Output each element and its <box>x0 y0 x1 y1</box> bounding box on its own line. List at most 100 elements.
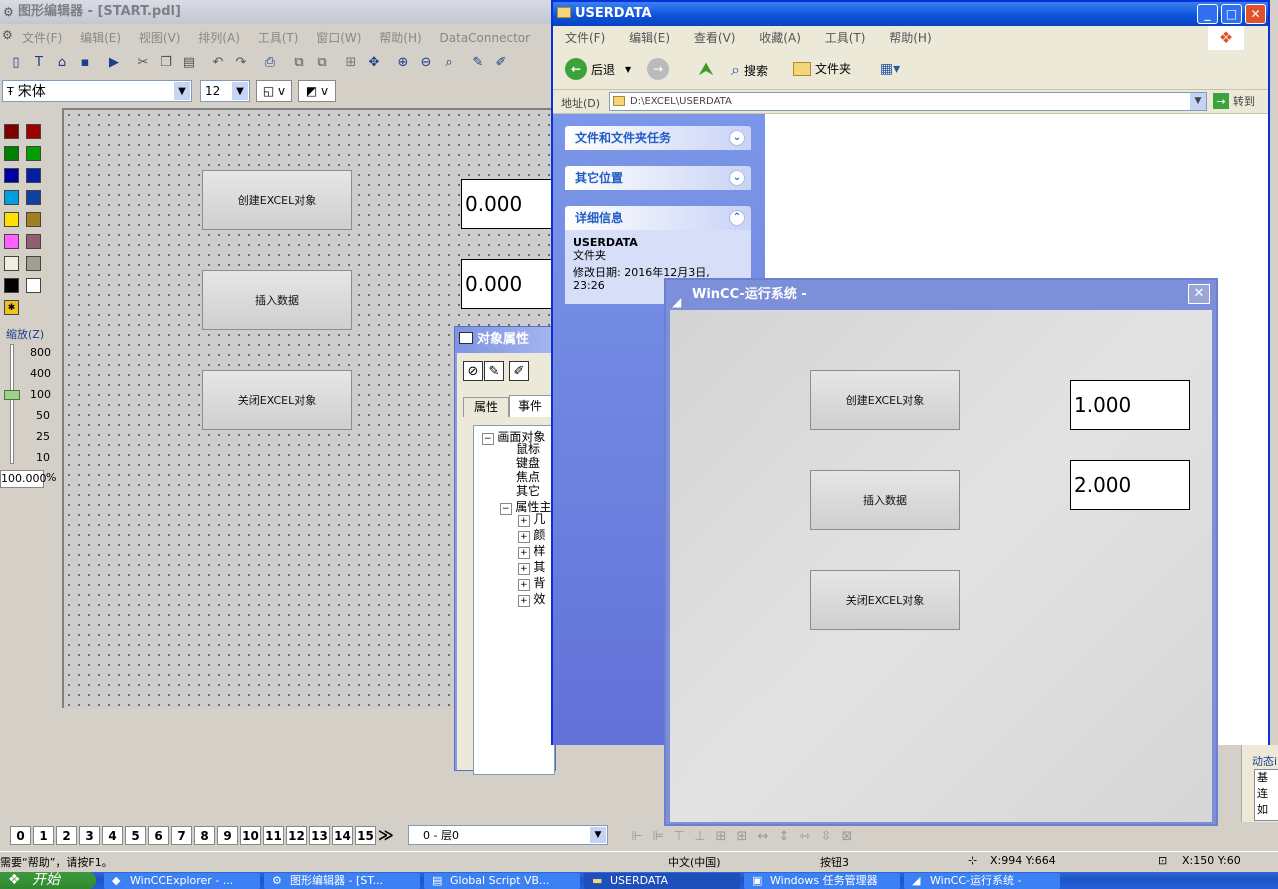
taskbar-item-userdata[interactable]: ▬ USERDATA <box>584 873 740 889</box>
color-swatch[interactable] <box>4 212 19 227</box>
panel-details[interactable]: 详细信息 ⌃ <box>565 206 751 230</box>
canvas-create-excel-button[interactable]: 创建EXCEL对象 <box>202 170 352 230</box>
pipette-icon[interactable]: ✎ <box>468 52 488 72</box>
same-width-icon[interactable]: ⇿ <box>796 826 814 846</box>
align-top-icon[interactable]: ⊤ <box>670 826 688 846</box>
layer-button[interactable]: 2 <box>56 826 77 845</box>
minimize-button[interactable]: _ <box>1197 4 1218 24</box>
canvas-close-excel-button[interactable]: 关闭EXCEL对象 <box>202 370 352 430</box>
layer-button[interactable]: 13 <box>309 826 330 845</box>
layer-button[interactable]: 12 <box>286 826 307 845</box>
cut-icon[interactable]: ✂ <box>133 52 153 72</box>
paste-icon[interactable]: ▤ <box>179 52 199 72</box>
color-swatch[interactable] <box>4 168 19 183</box>
layer-button[interactable]: 1 <box>33 826 54 845</box>
align-left-icon[interactable]: ⊩ <box>628 826 646 846</box>
layer-button[interactable]: 14 <box>332 826 353 845</box>
line-color-button[interactable]: ◱ v <box>256 80 292 102</box>
zoom-slider-track[interactable] <box>10 344 14 464</box>
explorer-menu-favorites[interactable]: 收藏(A) <box>759 31 801 45</box>
zoom-value-input[interactable]: 100.000 <box>0 470 47 488</box>
layer-button[interactable]: 7 <box>171 826 192 845</box>
grid-icon[interactable]: ⊞ <box>341 52 361 72</box>
copy-icon[interactable]: ❐ <box>156 52 176 72</box>
taskbar-item-task-manager[interactable]: ▣ Windows 任务管理器 <box>744 873 900 889</box>
taskbar-item-global-script[interactable]: ▤ Global Script VB... <box>424 873 580 889</box>
template-icon[interactable]: T <box>29 52 49 72</box>
snap-icon[interactable]: ✥ <box>364 52 384 72</box>
layer-button[interactable]: 9 <box>217 826 238 845</box>
taskbar-item-graphics-editor[interactable]: ⚙ 图形编辑器 - [ST... <box>264 873 420 889</box>
custom-color-icon[interactable]: ✱ <box>4 300 19 315</box>
fill-color-button[interactable]: ◩ v <box>298 80 336 102</box>
value-field-2[interactable]: 2.000 <box>1070 460 1190 510</box>
zoom-fit-icon[interactable]: ⌕ <box>439 52 459 72</box>
layer-button[interactable]: 11 <box>263 826 284 845</box>
color-swatch[interactable] <box>26 256 41 271</box>
maximize-button[interactable]: □ <box>1221 4 1242 24</box>
layer-button[interactable]: 6 <box>148 826 169 845</box>
tree-node-property[interactable]: + 颜 <box>518 528 545 544</box>
views-icon[interactable]: ▦▾ <box>873 58 907 80</box>
zoom-level[interactable]: 10 <box>30 447 50 468</box>
zoom-in-icon[interactable]: ⊕ <box>393 52 413 72</box>
editor-menu-help[interactable]: 帮助(H) <box>379 31 421 45</box>
font-name-select[interactable]: Ŧ 宋体 ▼ <box>2 80 192 102</box>
run-icon[interactable]: ▶ <box>104 52 124 72</box>
color-swatch[interactable] <box>4 256 19 271</box>
layer-select[interactable]: 0 - 层0 ▼ <box>408 825 608 845</box>
chevron-down-icon[interactable]: ▼ <box>625 65 631 74</box>
start-button[interactable]: ❖ 开始 <box>0 872 96 889</box>
pipette-icon[interactable]: ✎ <box>484 361 504 381</box>
explorer-menu-file[interactable]: 文件(F) <box>565 31 605 45</box>
layer-button[interactable]: 8 <box>194 826 215 845</box>
layer-button[interactable]: 5 <box>125 826 146 845</box>
pin-icon[interactable]: ⊘ <box>463 361 483 381</box>
taskbar-item-wincc-runtime[interactable]: ◢ WinCC-运行系统 - <box>904 873 1060 889</box>
color-swatch[interactable] <box>26 190 41 205</box>
editor-menu-dataconnector[interactable]: DataConnector <box>440 31 531 45</box>
editor-menu-window[interactable]: 窗口(W) <box>316 31 361 45</box>
back-button[interactable]: ← 后退 ▼ <box>565 58 631 80</box>
layer-button[interactable]: 0 <box>10 826 31 845</box>
go-button[interactable]: → 转到 <box>1213 93 1255 109</box>
center-h-icon[interactable]: ⊞ <box>712 826 730 846</box>
forward-arrow-icon[interactable]: → <box>647 58 669 80</box>
more-layers-icon[interactable]: ≫ <box>378 826 394 844</box>
front-icon[interactable]: ⧉ <box>289 52 309 72</box>
undo-icon[interactable]: ↶ <box>208 52 228 72</box>
space-v-icon[interactable]: ↕ <box>775 826 793 846</box>
tree-node-other[interactable]: 其它 <box>516 484 540 498</box>
align-bottom-icon[interactable]: ⊥ <box>691 826 709 846</box>
explorer-menu-help[interactable]: 帮助(H) <box>889 31 931 45</box>
chevron-down-icon[interactable]: ⌄ <box>729 170 745 186</box>
dynamic-item[interactable]: 连 <box>1257 786 1278 802</box>
dynamic-item[interactable]: 如 <box>1257 802 1278 818</box>
color-swatch[interactable] <box>26 234 41 249</box>
editor-menu-arrange[interactable]: 排列(A) <box>198 31 240 45</box>
editor-menu-edit[interactable]: 编辑(E) <box>80 31 121 45</box>
tree-node-focus[interactable]: 焦点 <box>516 470 540 484</box>
taskbar-item-winccexplorer[interactable]: ◆ WinCCExplorer - ... <box>104 873 260 889</box>
editor-menu-view[interactable]: 视图(V) <box>139 31 181 45</box>
tree-node-property[interactable]: + 效 <box>518 592 545 608</box>
tree-node-keyboard[interactable]: 键盘 <box>516 456 540 470</box>
layer-button[interactable]: 4 <box>102 826 123 845</box>
up-folder-icon[interactable]: ⮝ <box>695 58 717 80</box>
layer-button[interactable]: 3 <box>79 826 100 845</box>
color-swatch[interactable] <box>4 278 19 293</box>
zoom-out-icon[interactable]: ⊖ <box>416 52 436 72</box>
redo-icon[interactable]: ↷ <box>231 52 251 72</box>
chevron-down-icon[interactable]: ▼ <box>590 827 606 843</box>
print-icon[interactable]: ⎙ <box>260 52 280 72</box>
tab-properties[interactable]: 属性 <box>463 397 509 417</box>
tree-node-property[interactable]: + 其 <box>518 560 545 576</box>
create-excel-button[interactable]: 创建EXCEL对象 <box>810 370 960 430</box>
chevron-down-icon[interactable]: ▼ <box>232 82 248 100</box>
explorer-menu-tools[interactable]: 工具(T) <box>825 31 866 45</box>
open-icon[interactable]: ⌂ <box>52 52 72 72</box>
chevron-down-icon[interactable]: ▼ <box>174 82 190 100</box>
center-v-icon[interactable]: ⊞ <box>733 826 751 846</box>
editor-menu-file[interactable]: 文件(F) <box>22 31 62 45</box>
font-size-select[interactable]: 12 ▼ <box>200 80 250 102</box>
